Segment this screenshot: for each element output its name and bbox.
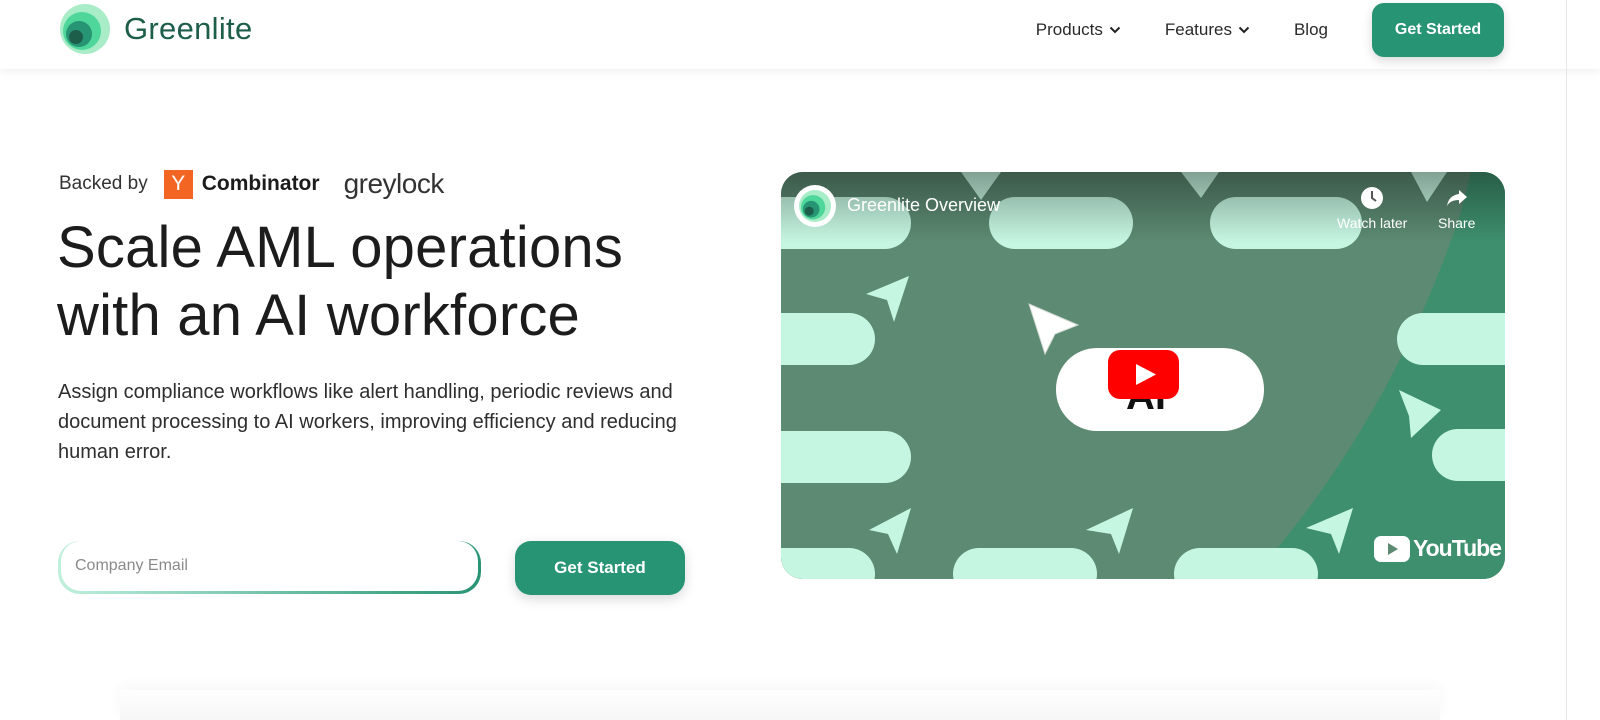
y-combinator-logo: Y Combinator: [163, 169, 320, 199]
watch-later-label: Watch later: [1337, 215, 1408, 231]
greenlite-logo-icon: [799, 190, 831, 222]
share-icon: [1446, 190, 1467, 206]
nav-item-products[interactable]: Products: [1036, 20, 1121, 40]
greylock-logo: greylock: [343, 168, 445, 199]
play-icon[interactable]: [1108, 350, 1179, 399]
headline-line-1: Scale AML operations: [57, 215, 624, 280]
nav-item-label: Products: [1035, 20, 1103, 39]
scrollbar-track[interactable]: [1566, 0, 1567, 720]
hero-headline: Scale AML operations with an AI workforc…: [57, 214, 757, 350]
chevron-down-icon: [1238, 26, 1250, 34]
nav-item-label: Blog: [1293, 20, 1328, 39]
brand-name: Greenlite: [124, 11, 253, 46]
share-button[interactable]: Share: [1438, 186, 1475, 231]
company-email-input[interactable]: [61, 541, 478, 591]
nav-item-label: Features: [1164, 20, 1232, 39]
nav-get-started-button[interactable]: Get Started: [1372, 3, 1504, 57]
top-navbar: Greenlite Products Features Blog Get Sta…: [0, 0, 1600, 69]
backed-by-label: Backed by: [59, 173, 148, 194]
backed-by-row: Backed by Y Combinator greylock: [59, 168, 444, 200]
channel-avatar-icon[interactable]: [794, 185, 836, 227]
nav-links: Products Features Blog Get Started: [1036, 3, 1504, 57]
watch-later-button[interactable]: Watch later: [1337, 186, 1407, 231]
greenlite-logo-icon: [60, 4, 110, 54]
yc-label: Combinator: [201, 172, 320, 195]
yc-mark: Y: [163, 169, 193, 199]
chevron-down-icon: [1109, 26, 1121, 34]
headline-line-2: with an AI workforce: [57, 283, 580, 348]
share-label: Share: [1438, 215, 1476, 231]
hero-get-started-button[interactable]: Get Started: [515, 541, 685, 595]
video-player[interactable]: AI Greenlite Overview Watch later Share …: [781, 172, 1505, 579]
next-section-edge: [120, 690, 1440, 720]
clock-icon: [1361, 187, 1384, 209]
youtube-logo-icon: [1374, 535, 1410, 562]
hero-subtext: Assign compliance workflows like alert h…: [58, 381, 677, 463]
nav-item-features[interactable]: Features: [1165, 20, 1250, 40]
video-title[interactable]: Greenlite Overview: [847, 195, 1000, 216]
email-field-wrapper: [58, 541, 481, 594]
brand-logo[interactable]: Greenlite: [60, 4, 253, 54]
youtube-brand-label: YouTube: [1413, 535, 1502, 561]
nav-item-blog[interactable]: Blog: [1294, 20, 1328, 40]
youtube-logo[interactable]: YouTube: [1374, 535, 1502, 562]
